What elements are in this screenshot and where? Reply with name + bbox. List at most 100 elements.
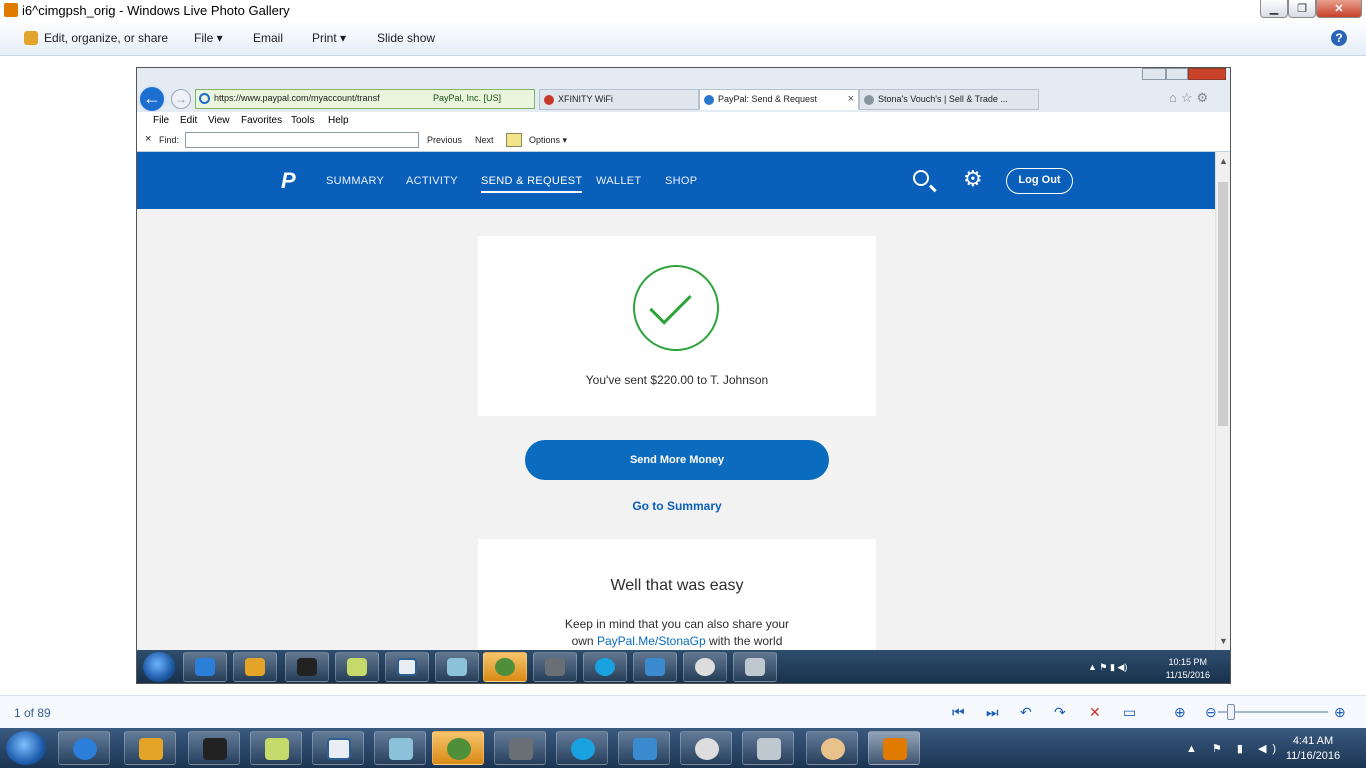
window-title: i6^cimgpsh_orig - Windows Live Photo Gal…: [22, 3, 290, 18]
close-tab-icon[interactable]: ×: [848, 93, 854, 105]
email-button[interactable]: Email: [253, 31, 283, 45]
nav-activity[interactable]: ACTIVITY: [406, 175, 458, 187]
send-more-money-button[interactable]: Send More Money: [525, 440, 829, 480]
photo-gallery-taskbar-icon[interactable]: [868, 731, 920, 765]
checkmark-icon: [633, 265, 719, 351]
photo-counter: 1 of 89: [14, 706, 51, 720]
taskbar-app-icon[interactable]: [680, 731, 732, 765]
ie-close-button[interactable]: [1188, 68, 1226, 80]
nav-shop[interactable]: SHOP: [665, 175, 697, 187]
zoom-in-icon[interactable]: ⊕: [1334, 704, 1346, 721]
gallery-status-bar: 1 of 89 ⏮ ⏭ ↶ ↷ ✕ ▭ ⊕ ⊖ ⊕: [0, 695, 1366, 728]
inner-app-icon: [385, 652, 429, 682]
ie-browser-frame: ← → https://www.paypal.com/myaccount/tra…: [137, 68, 1230, 152]
maximize-button[interactable]: ❐: [1288, 0, 1316, 18]
gear-icon[interactable]: ⚙: [963, 166, 983, 192]
inner-taskbar: ▲ ⚑ ▮ ◀) 10:15 PM 11/15/2016: [137, 650, 1230, 683]
taskbar-app-icon[interactable]: [124, 731, 176, 765]
delete-icon[interactable]: ✕: [1089, 704, 1101, 721]
forward-button[interactable]: →: [171, 89, 191, 109]
ie-icon[interactable]: [58, 731, 110, 765]
scroll-down-icon[interactable]: ▼: [1219, 636, 1228, 646]
find-next-button[interactable]: Next: [475, 135, 494, 145]
menu-help[interactable]: Help: [328, 115, 349, 126]
rotate-left-icon[interactable]: ↶: [1020, 704, 1032, 721]
ie-menubar: File Edit View Favorites Tools Help: [137, 112, 1230, 130]
sent-message: You've sent $220.00 to T. Johnson: [585, 373, 769, 387]
slide-show-button[interactable]: Slide show: [377, 31, 435, 45]
menu-favorites[interactable]: Favorites: [241, 115, 282, 126]
inner-app-icon: [335, 652, 379, 682]
find-options-button[interactable]: Options ▾: [529, 135, 567, 146]
ie-maximize-button[interactable]: [1166, 68, 1188, 80]
help-icon[interactable]: ?: [1331, 30, 1347, 46]
nav-send-request[interactable]: SEND & REQUEST: [481, 175, 583, 193]
inner-clock: 10:15 PM 11/15/2016: [1165, 657, 1210, 680]
edit-organize-share-button[interactable]: Edit, organize, or share: [44, 31, 168, 45]
paypal-me-card: Well that was easy Keep in mind that you…: [478, 539, 876, 650]
go-to-summary-link[interactable]: Go to Summary: [525, 499, 829, 513]
rotate-right-icon[interactable]: ↷: [1054, 704, 1066, 721]
close-button[interactable]: ✕: [1316, 0, 1362, 18]
file-menu-button[interactable]: File ▾: [194, 31, 223, 45]
taskbar-app-icon[interactable]: [494, 731, 546, 765]
taskbar-clock[interactable]: 4:41 AM 11/16/2016: [1280, 734, 1346, 764]
inner-app-icon: [233, 652, 277, 682]
scroll-up-icon[interactable]: ▲: [1219, 156, 1228, 166]
tab-paypal[interactable]: PayPal: Send & Request ×: [699, 89, 859, 110]
menu-edit[interactable]: Edit: [180, 115, 197, 126]
security-cert[interactable]: PayPal, Inc. [US]: [433, 93, 501, 103]
inner-app-icon: [435, 652, 479, 682]
tab-stona[interactable]: Stona's Vouch's | Sell & Trade ...: [859, 89, 1039, 110]
inner-app-icon: [285, 652, 329, 682]
windows-taskbar: ▲ ⚑ ▮ ◀) 4:41 AM 11/16/2016: [0, 728, 1366, 768]
print-menu-button[interactable]: Print ▾: [312, 31, 346, 45]
taskbar-app-icon[interactable]: [374, 731, 426, 765]
find-bar: × Find: Previous Next Options ▾: [137, 130, 1230, 152]
slideshow-icon[interactable]: ▭: [1123, 704, 1136, 721]
zoom-out-icon[interactable]: ⊖: [1205, 704, 1217, 721]
window-titlebar: i6^cimgpsh_orig - Windows Live Photo Gal…: [0, 0, 1366, 22]
zoom-slider-thumb[interactable]: [1227, 704, 1235, 720]
address-bar[interactable]: https://www.paypal.com/myaccount/transf …: [195, 89, 535, 109]
photo-gallery-app-icon: [4, 3, 18, 17]
find-label: Find:: [159, 135, 180, 145]
find-close-icon[interactable]: ×: [145, 133, 151, 145]
paint-icon[interactable]: [806, 731, 858, 765]
ie-minimize-button[interactable]: [1142, 68, 1166, 80]
fit-icon[interactable]: ⊕: [1174, 704, 1186, 721]
tab-xfinity[interactable]: XFINITY WiFi: [539, 89, 699, 110]
system-tray: ▲ ⚑ ▮ ◀) 4:41 AM 11/16/2016: [1180, 732, 1360, 764]
nav-summary[interactable]: SUMMARY: [326, 175, 384, 187]
inner-ie-icon: [183, 652, 227, 682]
next-icon[interactable]: ⏭: [986, 704, 999, 721]
taskbar-app-icon[interactable]: [432, 731, 484, 765]
find-previous-button[interactable]: Previous: [427, 135, 462, 145]
taskbar-app-icon[interactable]: [618, 731, 670, 765]
menu-view[interactable]: View: [208, 115, 230, 126]
taskbar-app-icon[interactable]: [312, 731, 364, 765]
menu-file[interactable]: File: [153, 115, 169, 126]
address-url: https://www.paypal.com/myaccount/transf: [214, 93, 380, 103]
taskbar-app-icon[interactable]: [188, 731, 240, 765]
inner-app-icon: [483, 652, 527, 682]
paypal-page: P SUMMARY ACTIVITY SEND & REQUEST WALLET…: [137, 152, 1215, 650]
skype-icon[interactable]: [556, 731, 608, 765]
paypal-logo-icon[interactable]: P: [281, 169, 301, 193]
minimize-button[interactable]: ▁: [1260, 0, 1288, 18]
taskbar-app-icon[interactable]: [250, 731, 302, 765]
ie-home-favorites-tools[interactable]: ⌂☆⚙: [1169, 90, 1212, 106]
find-input[interactable]: [185, 132, 419, 148]
nav-wallet[interactable]: WALLET: [596, 175, 641, 187]
logout-button[interactable]: Log Out: [1006, 168, 1073, 194]
calculator-icon[interactable]: [742, 731, 794, 765]
page-scrollbar[interactable]: ▲ ▼: [1215, 152, 1230, 650]
search-icon[interactable]: [913, 170, 929, 186]
tray-icons[interactable]: ▲ ⚑ ▮ ◀): [1186, 742, 1282, 755]
paypal-me-link[interactable]: PayPal.Me/StonaGp: [597, 634, 706, 648]
menu-tools[interactable]: Tools: [291, 115, 314, 126]
back-button[interactable]: ←: [138, 85, 166, 113]
previous-icon[interactable]: ⏮: [952, 704, 965, 721]
windows-start-icon[interactable]: [6, 731, 46, 765]
scroll-thumb[interactable]: [1218, 182, 1228, 426]
